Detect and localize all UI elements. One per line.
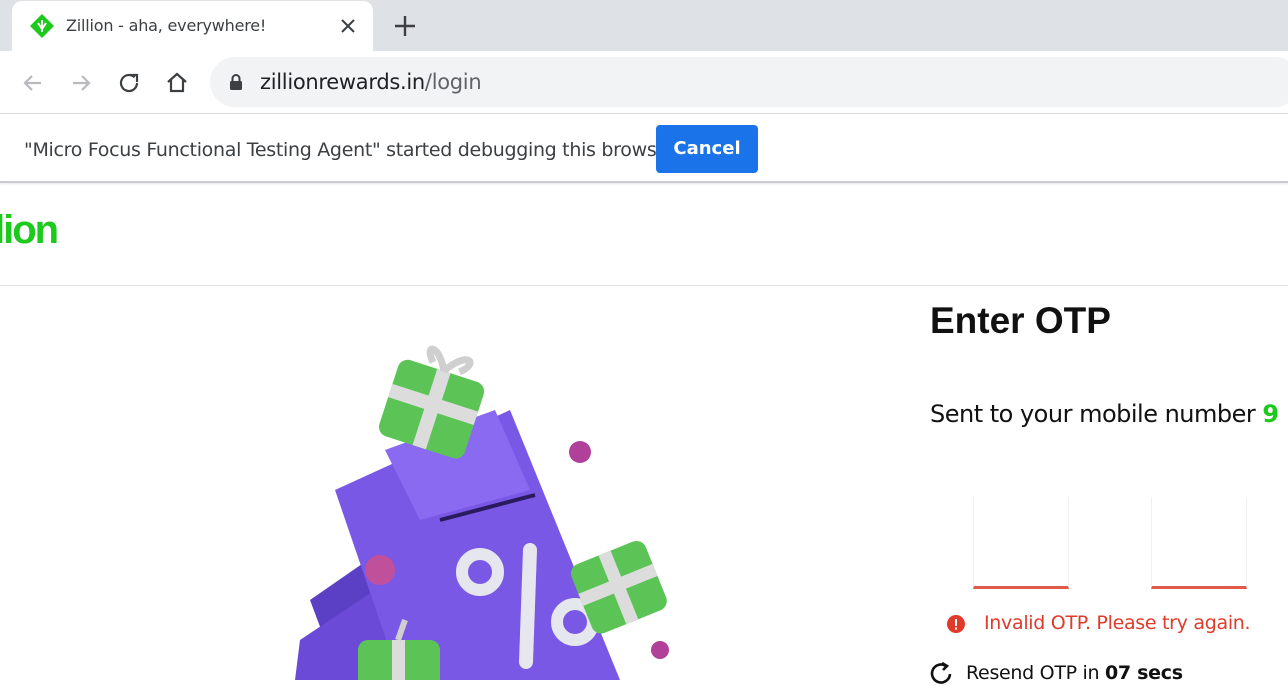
otp-digit-input[interactable] <box>973 497 1069 589</box>
address-bar[interactable]: zillionrewards.in/login <box>210 57 1288 107</box>
otp-digit-input[interactable] <box>1151 497 1247 589</box>
error-message: Invalid OTP. Please try again. <box>984 612 1251 634</box>
error-icon <box>947 615 965 633</box>
forward-icon[interactable] <box>67 69 95 97</box>
browser-toolbar: zillionrewards.in/login <box>0 51 1288 114</box>
sent-label: Sent to your mobile number <box>930 400 1256 428</box>
zillion-logo[interactable]: lion <box>0 208 59 253</box>
home-icon[interactable] <box>163 69 191 97</box>
close-tab-icon[interactable] <box>337 15 359 37</box>
cancel-button[interactable]: Cancel <box>656 125 758 173</box>
zillion-favicon-icon <box>30 14 54 38</box>
resend-label: Resend OTP in <box>966 662 1100 684</box>
tab-strip: Zillion - aha, everywhere! <box>0 0 1288 51</box>
tab-title: Zillion - aha, everywhere! <box>66 16 267 35</box>
otp-title: Enter OTP <box>930 300 1111 341</box>
resend-countdown: 07 secs <box>1105 662 1183 684</box>
new-tab-icon[interactable] <box>392 13 418 39</box>
back-icon[interactable] <box>19 69 47 97</box>
mobile-number: 9 <box>1262 400 1279 428</box>
reload-icon[interactable] <box>115 69 143 97</box>
infobar-message: "Micro Focus Functional Testing Agent" s… <box>24 139 676 161</box>
url-text[interactable]: zillionrewards.in/login <box>260 70 482 94</box>
url-path: /login <box>424 70 482 94</box>
otp-sent-message: Sent to your mobile number 9 <box>930 400 1279 428</box>
discount-gift-illustration <box>295 345 669 680</box>
lock-icon[interactable] <box>228 73 244 91</box>
browser-tab[interactable]: Zillion - aha, everywhere! <box>12 1 373 51</box>
debugging-infobar: "Micro Focus Functional Testing Agent" s… <box>0 115 1288 183</box>
site-header: lion <box>0 184 1288 286</box>
url-host: zillionrewards.in <box>260 70 425 94</box>
resend-otp-timer: Resend OTP in 07 secs <box>966 662 1183 684</box>
resend-icon[interactable] <box>928 660 954 686</box>
